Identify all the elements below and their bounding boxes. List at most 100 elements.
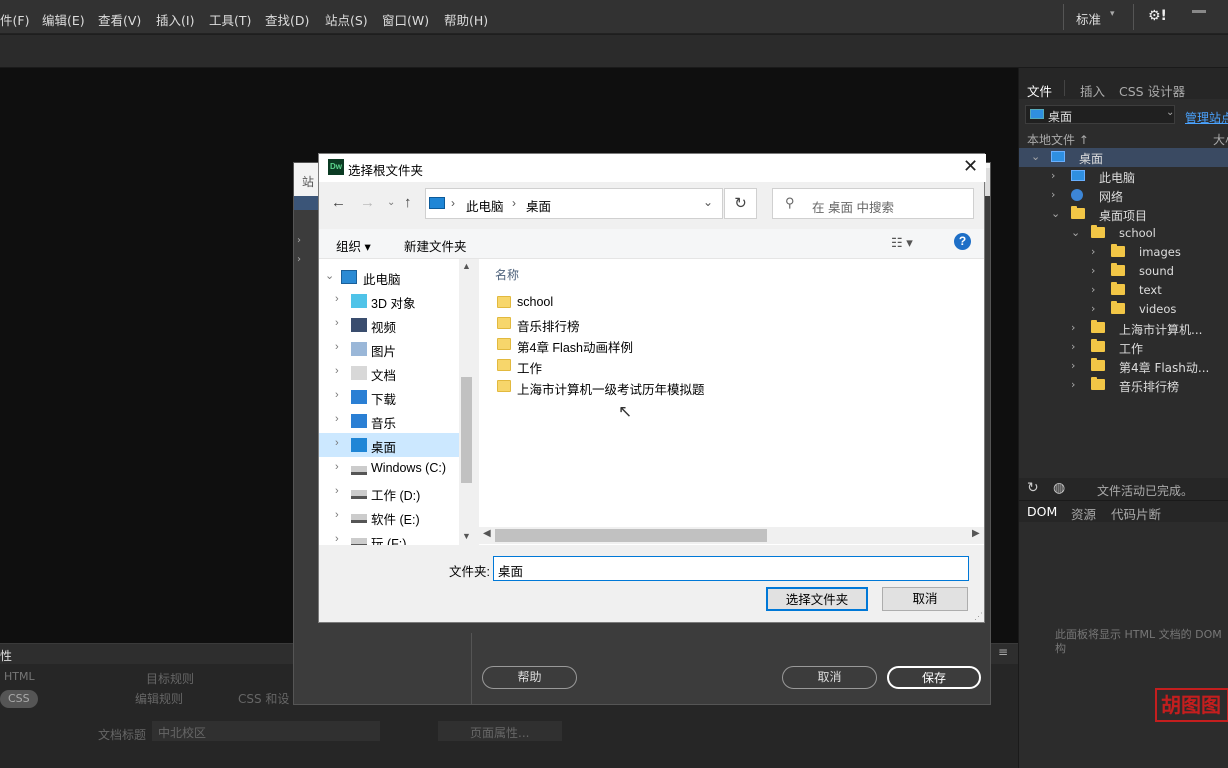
nav-item-玩-f[interactable]: › 玩 (F:) <box>319 529 459 545</box>
nav-item-工作-d[interactable]: › 工作 (D:) <box>319 481 459 505</box>
chevron-right-icon[interactable]: › <box>335 413 339 425</box>
menu-help[interactable]: 帮助(H) <box>444 10 488 29</box>
chevron-right-icon[interactable]: › <box>335 341 339 353</box>
tree-item-videos[interactable]: › videos <box>1019 300 1228 319</box>
menu-site[interactable]: 站点(S) <box>325 10 368 29</box>
tree-item-桌面[interactable]: ⌄ 桌面 <box>1019 148 1228 167</box>
minimize-icon[interactable] <box>1192 10 1206 13</box>
breadcrumb-this-pc[interactable]: 此电脑 <box>466 196 504 215</box>
location-select[interactable]: 桌面 ⌄ <box>1025 105 1175 124</box>
chevron-right-icon[interactable]: › <box>1091 283 1095 296</box>
chevron-right-icon[interactable]: › <box>1051 188 1055 201</box>
tree-item-网络[interactable]: › 网络 <box>1019 186 1228 205</box>
menu-window[interactable]: 窗口(W) <box>382 10 429 29</box>
up-icon[interactable]: ↑ <box>404 194 412 211</box>
chevron-right-icon[interactable]: › <box>335 317 339 329</box>
tab-assets[interactable]: 资源 <box>1071 504 1096 523</box>
doc-title-input[interactable]: 中北校区 <box>152 721 380 741</box>
resize-grip-icon[interactable]: ⋰ <box>974 611 983 622</box>
cancel-button[interactable]: 取消 <box>782 666 877 689</box>
nav-item-视频[interactable]: › 视频 <box>319 313 459 337</box>
css-designer-button[interactable]: CSS 和设 <box>238 690 289 707</box>
menu-tools[interactable]: 工具(T) <box>209 10 251 29</box>
select-folder-button[interactable]: 选择文件夹 <box>766 587 868 611</box>
cancel-button[interactable]: 取消 <box>882 587 968 611</box>
column-size[interactable]: 大小 <box>1213 131 1228 148</box>
tree-item-sound[interactable]: › sound <box>1019 262 1228 281</box>
site-category-selected[interactable] <box>294 196 318 210</box>
tab-snippets[interactable]: 代码片断 <box>1111 504 1161 523</box>
chevron-right-icon[interactable]: › <box>1071 378 1075 391</box>
menu-edit[interactable]: 编辑(E) <box>42 10 85 29</box>
scroll-left-icon[interactable]: ◀ <box>483 528 491 539</box>
chevron-right-icon[interactable]: › <box>1091 264 1095 277</box>
tree-item-images[interactable]: › images <box>1019 243 1228 262</box>
scroll-down-icon[interactable]: ▼ <box>462 531 471 541</box>
tree-item-上海市计算机[interactable]: › 上海市计算机... <box>1019 319 1228 338</box>
tree-item-第4章-flash动[interactable]: › 第4章 Flash动... <box>1019 357 1228 376</box>
chevron-right-icon[interactable]: › <box>1071 321 1075 334</box>
tree-item-音乐排行榜[interactable]: › 音乐排行榜 <box>1019 376 1228 395</box>
menu-file[interactable]: 件(F) <box>0 10 29 29</box>
gear-icon[interactable]: ⚙! <box>1148 8 1167 24</box>
chevron-right-icon[interactable]: › <box>335 293 339 305</box>
tab-files[interactable]: 文件 <box>1027 81 1052 100</box>
view-options-icon[interactable]: ☷ ▾ <box>891 235 913 251</box>
search-box[interactable]: ⚲ 在 桌面 中搜索 <box>772 188 974 219</box>
edit-rule-button[interactable]: 编辑规则 <box>135 690 183 707</box>
tree-item-工作[interactable]: › 工作 <box>1019 338 1228 357</box>
menu-icon[interactable]: ≡ <box>998 645 1008 659</box>
scrollbar-thumb[interactable] <box>495 529 767 542</box>
manage-sites-link[interactable]: 管理站点 <box>1185 109 1228 126</box>
nav-item-桌面[interactable]: › 桌面 <box>319 433 459 457</box>
forward-icon[interactable]: → <box>360 194 375 211</box>
nav-scrollbar[interactable]: ▲ ▼ <box>459 259 474 545</box>
chevron-right-icon[interactable]: › <box>335 533 339 545</box>
nav-item-文档[interactable]: › 文档 <box>319 361 459 385</box>
recent-chevron-icon[interactable]: ⌄ <box>387 197 395 208</box>
chevron-down-icon[interactable]: ⌄ <box>1031 150 1040 163</box>
tab-css-designer[interactable]: CSS 设计器 <box>1119 81 1185 100</box>
menu-insert[interactable]: 插入(I) <box>156 10 194 29</box>
close-icon[interactable]: ✕ <box>963 156 978 177</box>
folder-input[interactable]: 桌面 <box>493 556 969 581</box>
scrollbar-thumb[interactable] <box>461 377 472 483</box>
chevron-right-icon[interactable]: › <box>335 461 339 473</box>
nav-item-下载[interactable]: › 下载 <box>319 385 459 409</box>
save-button[interactable]: 保存 <box>887 666 981 689</box>
tree-item-桌面项目[interactable]: ⌄ 桌面项目 <box>1019 205 1228 224</box>
chevron-right-icon[interactable]: › <box>335 485 339 497</box>
chevron-right-icon[interactable]: › <box>297 254 301 265</box>
scroll-right-icon[interactable]: ▶ <box>972 528 980 539</box>
nav-item-软件-e[interactable]: › 软件 (E:) <box>319 505 459 529</box>
nav-item-3d-对象[interactable]: › 3D 对象 <box>319 289 459 313</box>
nav-item-此电脑[interactable]: ⌄ 此电脑 <box>319 265 459 289</box>
horizontal-scrollbar[interactable]: ◀ ▶ <box>479 527 984 544</box>
chevron-down-icon[interactable]: ⌄ <box>1071 226 1080 239</box>
chevron-down-icon[interactable]: ⌄ <box>703 195 713 209</box>
chevron-right-icon[interactable]: › <box>297 235 301 246</box>
connect-icon[interactable]: ◍ <box>1053 480 1065 496</box>
chevron-right-icon[interactable]: › <box>335 389 339 401</box>
chevron-right-icon[interactable]: › <box>1071 359 1075 372</box>
nav-item-图片[interactable]: › 图片 <box>319 337 459 361</box>
chevron-right-icon[interactable]: › <box>1071 340 1075 353</box>
page-properties-button[interactable]: 页面属性... <box>438 721 562 741</box>
chevron-right-icon[interactable]: › <box>335 365 339 377</box>
column-name[interactable]: 名称 <box>495 266 519 283</box>
column-local-files[interactable]: 本地文件 ↑ <box>1027 131 1089 148</box>
chevron-right-icon[interactable]: › <box>335 509 339 521</box>
chevron-right-icon[interactable]: › <box>1051 169 1055 182</box>
tree-item-text[interactable]: › text <box>1019 281 1228 300</box>
chevron-down-icon[interactable]: ⌄ <box>1051 207 1060 220</box>
help-icon[interactable]: ? <box>954 233 971 250</box>
menu-find[interactable]: 查找(D) <box>265 10 309 29</box>
back-icon[interactable]: ← <box>331 194 346 211</box>
menu-view[interactable]: 查看(V) <box>98 10 141 29</box>
nav-item-音乐[interactable]: › 音乐 <box>319 409 459 433</box>
chevron-right-icon[interactable]: › <box>335 437 339 449</box>
help-button[interactable]: 帮助 <box>482 666 577 689</box>
html-mode-label[interactable]: HTML <box>4 670 35 683</box>
refresh-button[interactable]: ↻ <box>724 188 757 219</box>
breadcrumb-desktop[interactable]: 桌面 <box>526 196 551 215</box>
